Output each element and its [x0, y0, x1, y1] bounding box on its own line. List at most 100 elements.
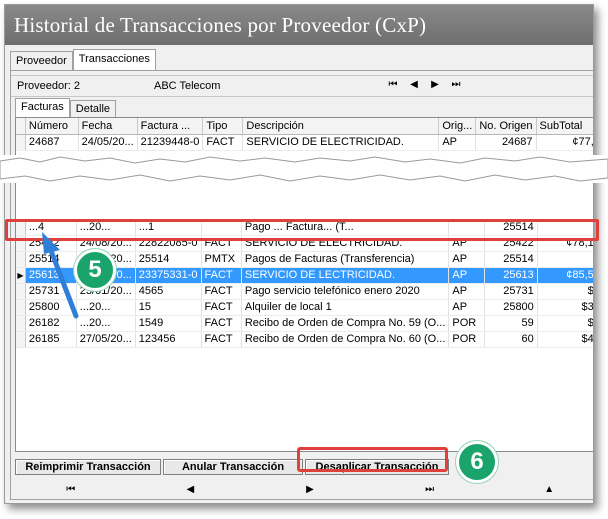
cell-factura: 22822085-0	[135, 235, 202, 252]
first-record-icon[interactable]: ⏮	[51, 481, 91, 499]
cell-tipo: FACT	[201, 283, 242, 300]
cell-origen	[448, 219, 486, 236]
action-button-bar: Reimprimir Transacción Anular Transacció…	[15, 459, 593, 479]
last-record-icon[interactable]: ⏭	[450, 79, 462, 90]
cell-descripcion: Recibo de Orden de Compra No. 60 (O...	[241, 331, 450, 348]
provider-label: Proveedor: 2	[17, 80, 80, 92]
cell-tipo: FACT	[201, 267, 242, 284]
cell-subtotal: ¢85,576	[537, 267, 593, 284]
cell-subtotal	[537, 219, 593, 236]
next-record-icon[interactable]: ▶	[290, 481, 330, 499]
cell-factura: 23375331-0	[135, 267, 202, 284]
cell-no-origen: 25514	[484, 251, 538, 268]
row-indicator-header	[16, 118, 26, 135]
column-header-factura[interactable]: Factura ...	[137, 118, 204, 135]
cell-factura: 15	[135, 299, 202, 316]
tab-transacciones[interactable]: Transacciones	[72, 49, 156, 70]
cell-descripcion: SERVICIO DE LECTRICIDAD.	[241, 267, 450, 284]
cell-origen: AP	[448, 283, 486, 300]
cell-no-origen: 24687	[475, 134, 537, 151]
cell-no-origen: 25800	[484, 299, 538, 316]
column-header-fecha[interactable]: Fecha	[78, 118, 138, 135]
cell-tipo: FACT	[201, 331, 242, 348]
cell-tipo: FACT	[201, 299, 242, 316]
cell-subtotal: $50	[537, 283, 593, 300]
cell-origen: AP	[438, 134, 477, 151]
column-header-descripcion[interactable]: Descripción	[242, 118, 440, 135]
cell-origen: AP	[448, 299, 486, 316]
provider-navigator: ⏮ ◀ ▶ ⏭	[387, 79, 462, 90]
torn-edge-shape	[0, 156, 608, 182]
invoices-table-top: Número Fecha Factura ... Tipo Descripció…	[16, 118, 593, 151]
cell-factura: 4565	[135, 283, 202, 300]
grid-header-row: Número Fecha Factura ... Tipo Descripció…	[16, 118, 593, 135]
cell-tipo: FACT	[201, 235, 242, 252]
cell-no-origen: 60	[484, 331, 538, 348]
column-header-tipo[interactable]: Tipo	[202, 118, 244, 135]
cell-tipo	[201, 219, 242, 236]
cell-descripcion: Pago ... Factura... (T...	[241, 219, 450, 236]
cell-subtotal: $350	[537, 299, 593, 316]
cell-no-origen: 25514	[484, 219, 538, 236]
cell-origen: POR	[448, 331, 486, 348]
step-callout-6: 6	[456, 441, 498, 483]
cell-numero: 26185	[25, 331, 77, 348]
first-record-icon[interactable]: ⏮	[387, 79, 399, 90]
column-header-subtotal[interactable]: SubTotal	[536, 118, 593, 135]
cell-no-origen: 59	[484, 315, 538, 332]
cell-no-origen: 25422	[484, 235, 538, 252]
cell-tipo: FACT	[202, 134, 244, 151]
cell-subtotal: ¢78,155	[537, 235, 593, 252]
cell-fecha: 27/05/20...	[76, 331, 136, 348]
cell-origen: AP	[448, 267, 486, 284]
table-row[interactable]: 26185 27/05/20... 123456 FACT Recibo de …	[16, 331, 593, 348]
cell-origen: AP	[448, 251, 486, 268]
next-record-icon[interactable]: ▶	[429, 79, 441, 90]
cell-origen: POR	[448, 315, 486, 332]
void-transaction-button[interactable]: Anular Transacción	[163, 459, 303, 475]
cell-descripcion: SERVICIO DE ELECTRICIDAD.	[242, 134, 440, 151]
cell-factura: 25514	[135, 251, 202, 268]
reprint-transaction-button[interactable]: Reimprimir Transacción	[15, 459, 161, 475]
cell-tipo: FACT	[201, 315, 242, 332]
cell-factura: 123456	[135, 331, 202, 348]
table-row[interactable]: 25422 24/08/20... 22822085-0 FACT SERVIC…	[16, 235, 593, 252]
tab-detalle[interactable]: Detalle	[69, 100, 117, 117]
provider-name: ABC Telecom	[154, 80, 221, 92]
table-row[interactable]: 25800 ...20... 15 FACT Alquiler de local…	[16, 299, 593, 316]
cell-descripcion: Pago servicio telefónico enero 2020	[241, 283, 450, 300]
cell-descripcion: Pagos de Facturas (Transferencia)	[241, 251, 450, 268]
previous-record-icon[interactable]: ◀	[408, 79, 420, 90]
tab-proveedor[interactable]: Proveedor	[10, 51, 73, 70]
cell-subtotal: $445	[537, 331, 593, 348]
cell-origen: AP	[448, 235, 486, 252]
cell-subtotal	[537, 251, 593, 268]
torn-edge-cut	[0, 155, 608, 183]
sub-tabs: Facturas Detalle	[15, 98, 117, 118]
column-header-origen[interactable]: Orig...	[438, 118, 477, 135]
table-row[interactable]: ...4 ...20... ...1 Pago ... Factura... (…	[16, 219, 593, 236]
step-callout-5: 5	[74, 249, 116, 291]
last-record-icon[interactable]: ⏭	[410, 481, 450, 499]
cell-descripcion: SERVICIO DE ELECTRICIDAD.	[241, 235, 450, 252]
cell-no-origen: 25731	[484, 283, 538, 300]
table-row[interactable]: 24687 24/05/20... 21239448-0 FACT SERVIC…	[16, 134, 593, 151]
cell-subtotal: $15	[537, 315, 593, 332]
record-navigator: ⏮ ◀ ▶ ⏭ ▲	[11, 481, 593, 499]
row-pointer-icon: ▶	[16, 267, 26, 284]
cell-tipo: PMTX	[201, 251, 242, 268]
column-header-numero[interactable]: Número	[25, 118, 79, 135]
cell-numero: 24687	[25, 134, 79, 151]
tab-facturas[interactable]: Facturas	[15, 98, 70, 117]
previous-record-icon[interactable]: ◀	[170, 481, 210, 499]
cell-factura: 1549	[135, 315, 202, 332]
cell-descripcion: Alquiler de local 1	[241, 299, 450, 316]
table-row[interactable]: 26182 ...20... 1549 FACT Recibo de Orden…	[16, 315, 593, 332]
unapply-transaction-button[interactable]: Desaplicar Transacción	[305, 459, 449, 475]
collapse-up-icon[interactable]: ▲	[529, 481, 569, 499]
main-tabs: Proveedor Transacciones	[10, 49, 156, 71]
window-title: Historial de Transacciones por Proveedor…	[5, 5, 593, 45]
cell-descripcion: Recibo de Orden de Compra No. 59 (O...	[241, 315, 450, 332]
cell-factura: 21239448-0	[137, 134, 204, 151]
column-header-no-origen[interactable]: No. Origen	[475, 118, 537, 135]
